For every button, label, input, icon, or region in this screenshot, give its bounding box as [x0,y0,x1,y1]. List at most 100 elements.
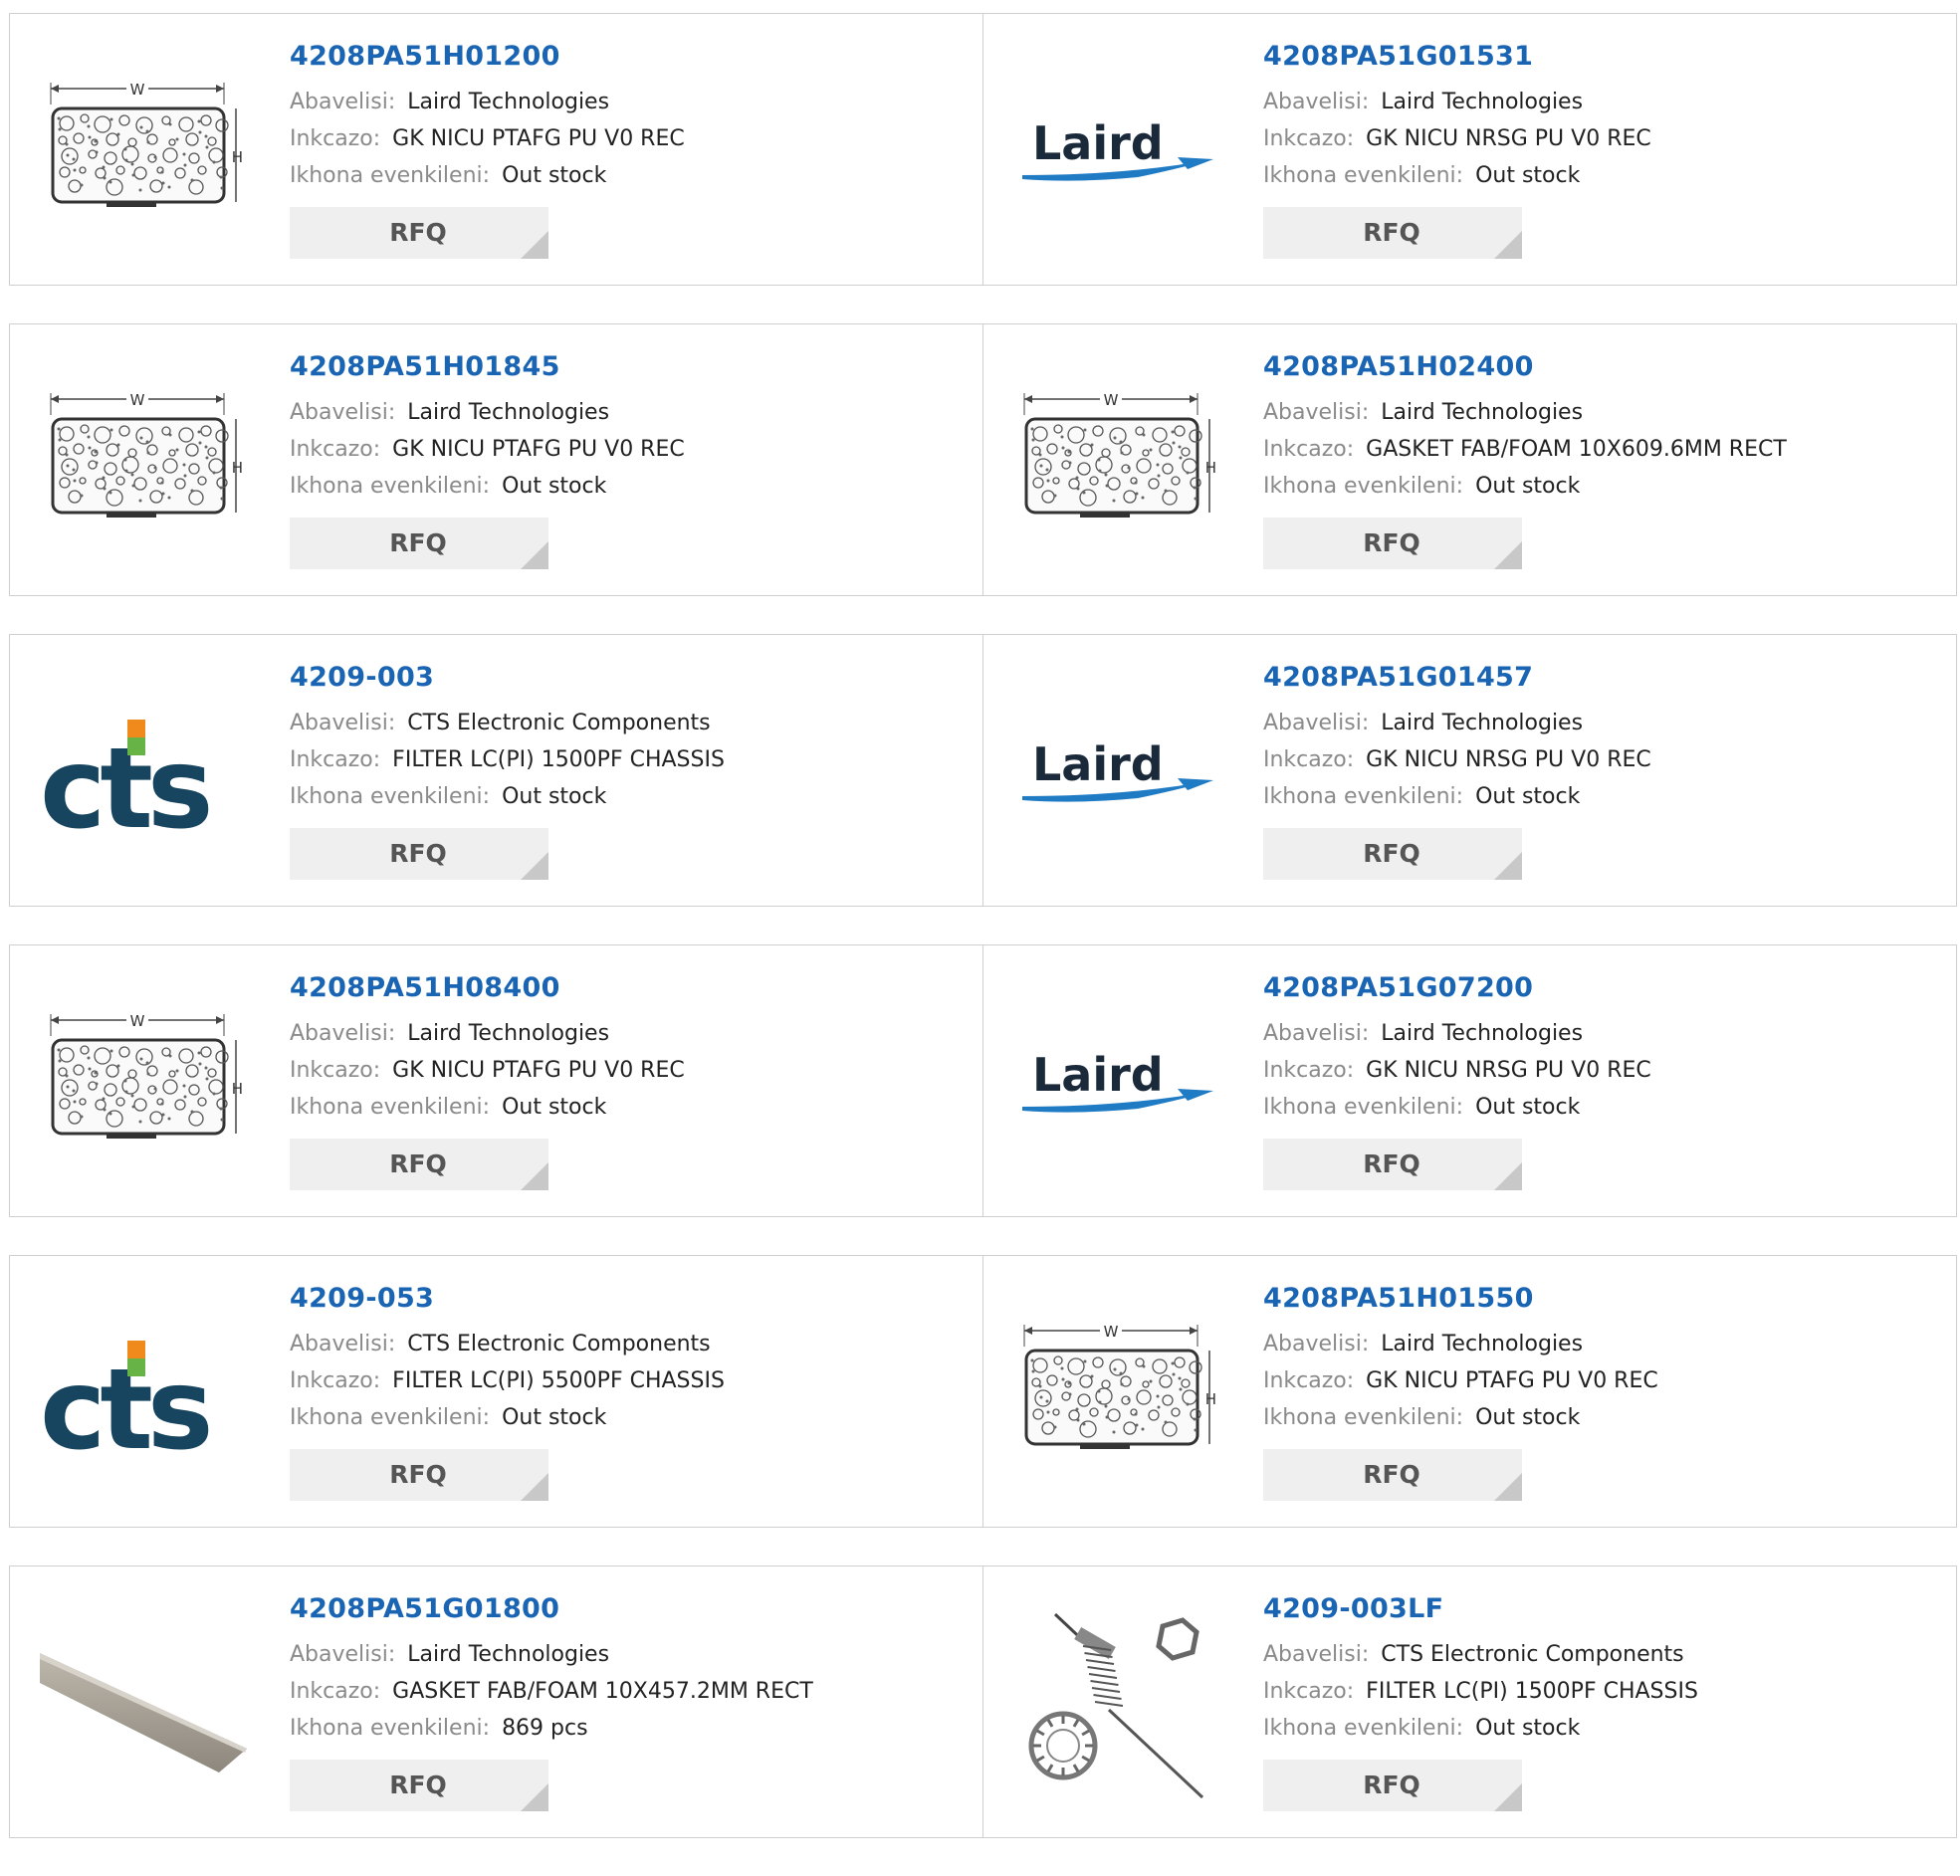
part-number-link[interactable]: 4208PA51H02400 [1263,350,1920,384]
description-value: GK NICU NRSG PU V0 REC [1366,747,1651,772]
stock-value: Out stock [502,784,607,809]
part-number-link[interactable]: 4208PA51G01800 [290,1592,947,1626]
svg-text:W: W [1104,1323,1119,1341]
rfq-button[interactable]: RFQ [1263,1139,1522,1190]
part-number-link[interactable]: 4208PA51G01457 [1263,661,1920,695]
rfq-button[interactable]: RFQ [290,518,548,569]
description-label: Inkcazo: [290,437,381,462]
description-value: GK NICU PTAFG PU V0 REC [392,126,685,151]
stock-row: Ikhona evenkileni: 869 pcs [290,1710,947,1747]
part-number-link[interactable]: 4208PA51H01550 [1263,1282,1920,1316]
rfq-label: RFQ [389,1460,447,1489]
laird-logo-text: Laird [1032,116,1164,170]
product-image[interactable]: Laird [1013,54,1222,253]
part-number-link[interactable]: 4208PA51G01531 [1263,40,1920,74]
stock-label: Ikhona evenkileni: [1263,1095,1464,1120]
stock-row: Ikhona evenkileni: Out stock [1263,778,1920,815]
stock-label: Ikhona evenkileni: [1263,1716,1464,1741]
description-value: GK NICU NRSG PU V0 REC [1366,1058,1651,1083]
product-image[interactable]: CTS [40,675,249,874]
part-number-link[interactable]: 4208PA51H01200 [290,40,947,74]
description-value: FILTER LC(PI) 1500PF CHASSIS [1366,1679,1698,1704]
manufacturer-row: Abavelisi: Laird Technologies [1263,394,1920,431]
rfq-button[interactable]: RFQ [1263,207,1522,259]
manufacturer-label: Abavelisi: [1263,711,1370,735]
product-card: WH 4208PA51H02400 Abavelisi: Laird Techno… [982,323,1957,596]
rfq-button[interactable]: RFQ [290,207,548,259]
product-image[interactable]: CTS [40,1296,249,1495]
part-number-link[interactable]: 4209-053 [290,1282,947,1316]
rfq-label: RFQ [1363,218,1420,247]
product-row: WH 4208PA51H01845 Abavelisi: Laird Techno… [9,323,1957,596]
svg-text:H: H [232,1080,243,1098]
description-row: Inkcazo: GK NICU NRSG PU V0 REC [1263,1052,1920,1089]
manufacturer-label: Abavelisi: [290,1021,396,1046]
description-row: Inkcazo: GK NICU NRSG PU V0 REC [1263,120,1920,157]
rfq-button[interactable]: RFQ [1263,828,1522,880]
manufacturer-row: Abavelisi: CTS Electronic Components [290,705,947,741]
product-image[interactable]: WH [1013,1296,1222,1495]
description-value: GASKET FAB/FOAM 10X609.6MM RECT [1366,437,1787,462]
manufacturer-label: Abavelisi: [1263,1021,1370,1046]
description-row: Inkcazo: GK NICU PTAFG PU V0 REC [290,1052,947,1089]
product-image[interactable] [1013,1606,1222,1805]
product-card: WH 4208PA51H08400 Abavelisi: Laird Techno… [9,944,983,1217]
stock-label: Ikhona evenkileni: [1263,784,1464,809]
product-image[interactable]: Laird [1013,675,1222,874]
stock-row: Ikhona evenkileni: Out stock [290,1089,947,1126]
description-label: Inkcazo: [290,1679,381,1704]
product-row: 4208PA51G01800 Abavelisi: Laird Technolog… [9,1565,1957,1838]
rfq-button[interactable]: RFQ [290,828,548,880]
product-image[interactable]: WH [40,54,249,253]
rfq-button[interactable]: RFQ [290,1760,548,1811]
gasket-diagram-image: WH [50,389,243,518]
stock-value: Out stock [1475,1716,1581,1741]
product-image[interactable] [40,1606,249,1805]
part-number-link[interactable]: 4209-003LF [1263,1592,1920,1626]
svg-text:W: W [130,391,145,409]
description-row: Inkcazo: GK NICU NRSG PU V0 REC [1263,741,1920,778]
stock-value: Out stock [502,1095,607,1120]
description-label: Inkcazo: [290,126,381,151]
part-number-link[interactable]: 4208PA51G07200 [1263,971,1920,1005]
stock-row: Ikhona evenkileni: Out stock [1263,1710,1920,1747]
manufacturer-value: CTS Electronic Components [1381,1642,1684,1667]
product-image[interactable]: WH [40,364,249,563]
product-info: 4209-053 Abavelisi: CTS Electronic Compon… [290,1282,947,1501]
product-card: CTS 4209-053 Abavelisi: CTS Electronic Co… [9,1255,983,1528]
rfq-button[interactable]: RFQ [290,1139,548,1190]
laird-logo-image: Laird [1022,737,1213,802]
rfq-label: RFQ [1363,528,1420,557]
stock-row: Ikhona evenkileni: Out stock [1263,157,1920,194]
manufacturer-value: Laird Technologies [407,1021,610,1046]
svg-text:H: H [1205,459,1216,477]
part-number-link[interactable]: 4208PA51H01845 [290,350,947,384]
rfq-label: RFQ [1363,1771,1420,1799]
product-image[interactable]: WH [1013,364,1222,563]
manufacturer-value: Laird Technologies [407,1642,610,1667]
description-row: Inkcazo: FILTER LC(PI) 1500PF CHASSIS [1263,1673,1920,1710]
stock-label: Ikhona evenkileni: [290,1405,491,1430]
description-label: Inkcazo: [1263,1368,1355,1393]
manufacturer-row: Abavelisi: Laird Technologies [290,394,947,431]
gasket-strip-photo-image [40,1653,247,1772]
stock-row: Ikhona evenkileni: Out stock [1263,468,1920,505]
description-label: Inkcazo: [1263,747,1355,772]
description-label: Inkcazo: [290,1368,381,1393]
product-grid: WH 4208PA51H01200 Abavelisi: Laird Techno… [9,13,1957,1876]
rfq-button[interactable]: RFQ [1263,1760,1522,1811]
rfq-button[interactable]: RFQ [1263,1449,1522,1501]
laird-logo-image: Laird [1022,1048,1213,1113]
manufacturer-label: Abavelisi: [290,711,396,735]
gasket-diagram-image: WH [1023,389,1216,518]
product-image[interactable]: Laird [1013,985,1222,1184]
rfq-button[interactable]: RFQ [290,1449,548,1501]
product-image[interactable]: WH [40,985,249,1184]
rfq-button[interactable]: RFQ [1263,518,1522,569]
manufacturer-value: Laird Technologies [1381,1332,1584,1356]
product-card: Laird 4208PA51G01531 Abavelisi: Laird Tec… [982,13,1957,286]
part-number-link[interactable]: 4209-003 [290,661,947,695]
corner-triangle-icon [1494,852,1522,880]
stock-value: Out stock [1475,474,1581,499]
part-number-link[interactable]: 4208PA51H08400 [290,971,947,1005]
